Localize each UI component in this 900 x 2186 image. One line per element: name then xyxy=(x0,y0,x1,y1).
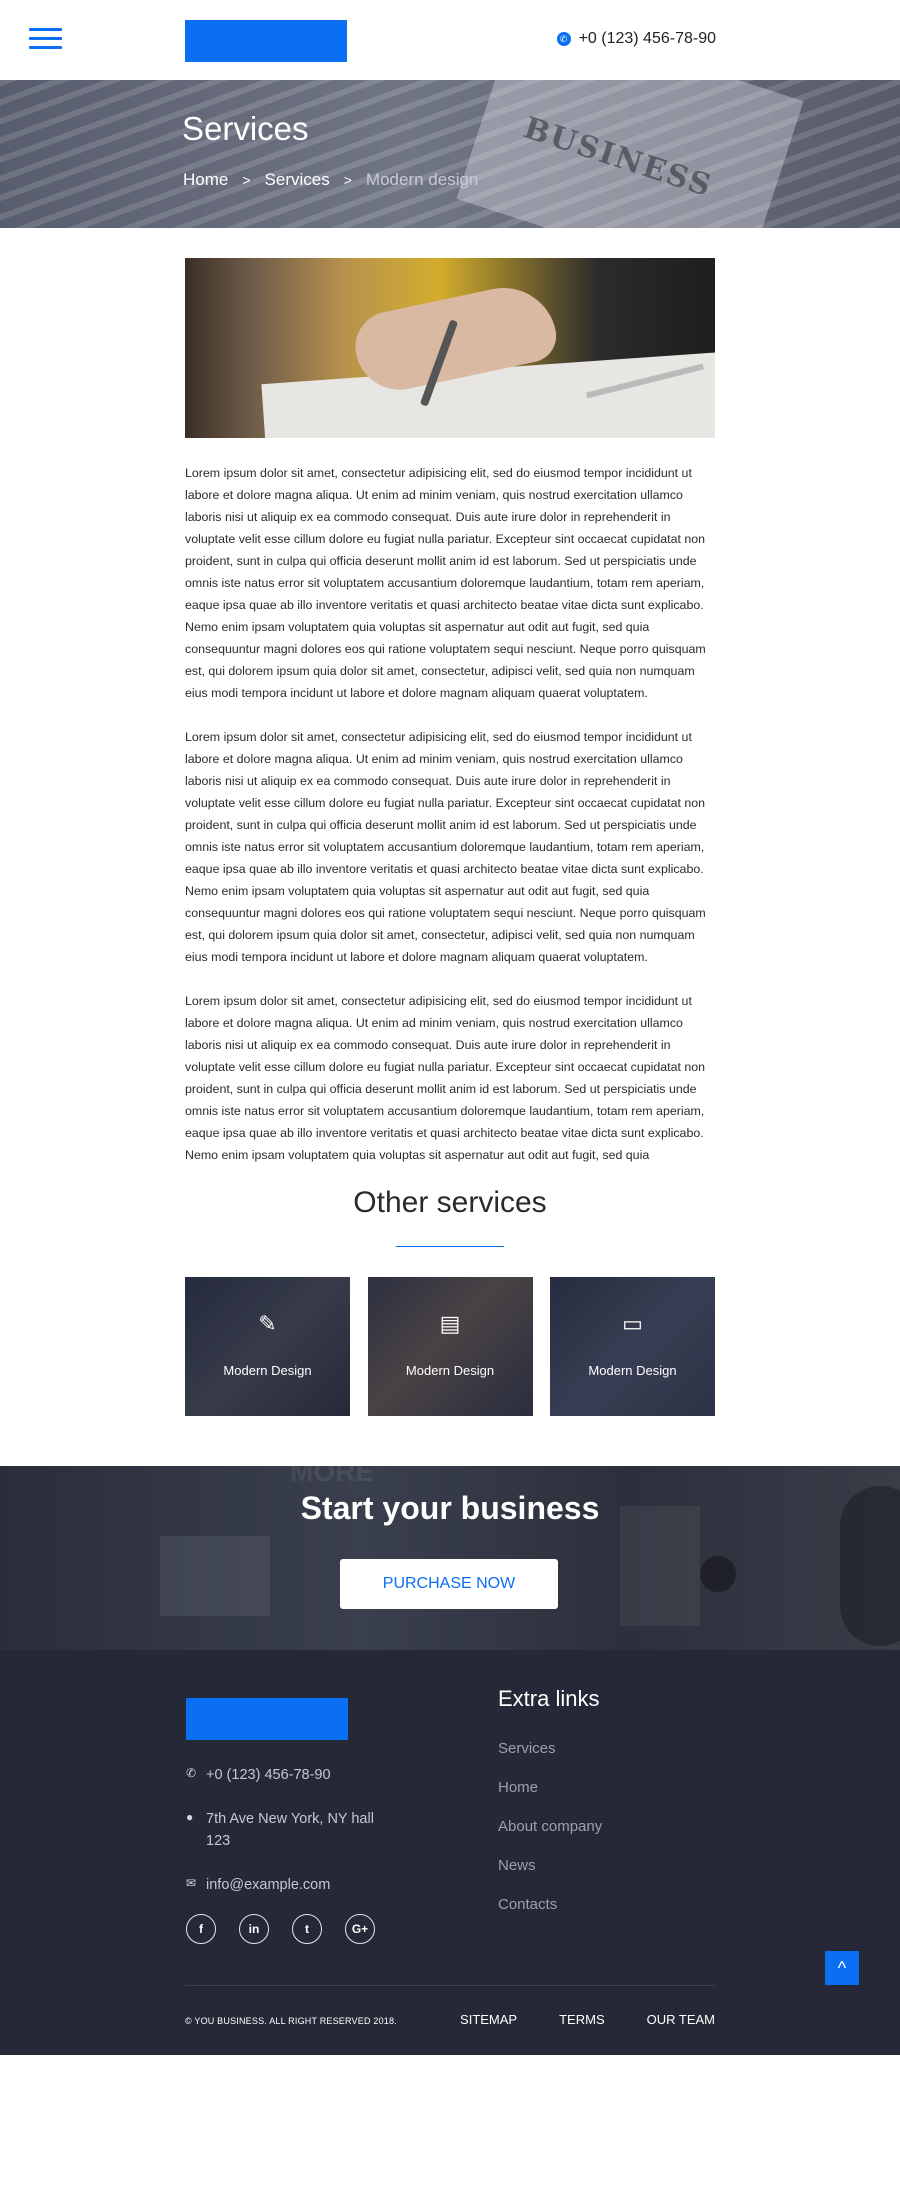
copyright: © YOU BUSINESS. ALL RIGHT RESERVED 2018. xyxy=(185,2016,397,2026)
cta-banner: MORE Start your business PURCHASE NOW xyxy=(0,1466,900,1650)
footer-link-home[interactable]: Home xyxy=(498,1779,602,1796)
browser-window-icon: ▭ xyxy=(622,1311,643,1336)
breadcrumb-separator: > xyxy=(242,172,251,188)
extra-links-title: Extra links xyxy=(498,1686,600,1711)
service-image xyxy=(185,258,715,438)
service-card[interactable]: ▭ Modern Design xyxy=(550,1277,715,1416)
main-content: Lorem ipsum dolor sit amet, consectetur … xyxy=(185,228,715,1416)
service-card-label: Modern Design xyxy=(588,1363,677,1378)
document-icon: ▤ xyxy=(439,1311,461,1336)
facebook-icon[interactable]: f xyxy=(186,1914,216,1944)
design-tools-icon: ✎ xyxy=(258,1311,277,1336)
footer-link-our-team[interactable]: OUR TEAM xyxy=(647,2012,715,2027)
purchase-now-button[interactable]: PURCHASE NOW xyxy=(340,1559,558,1609)
other-services-title: Other services xyxy=(353,1186,547,1219)
hamburger-menu-icon[interactable] xyxy=(29,28,62,50)
footer-divider xyxy=(185,1985,715,1986)
breadcrumb-services[interactable]: Services xyxy=(265,170,330,190)
extra-links: Extra links Services Home About company … xyxy=(498,1686,602,1935)
chevron-up-icon: ^ xyxy=(837,1957,847,1978)
cta-background-text: MORE xyxy=(290,1466,374,1487)
title-divider xyxy=(396,1246,504,1247)
service-card-label: Modern Design xyxy=(405,1363,495,1378)
footer-link-contacts[interactable]: Contacts xyxy=(498,1896,602,1913)
header-phone[interactable]: ✆ +0 (123) 456-78-90 xyxy=(556,30,716,48)
linkedin-icon[interactable]: in xyxy=(239,1914,269,1944)
footer-email[interactable]: info@example.com xyxy=(206,1874,330,1896)
body-paragraph: Lorem ipsum dolor sit amet, consectetur … xyxy=(185,466,706,700)
breadcrumb: Home > Services > Modern design xyxy=(183,170,478,190)
social-links: f in t G+ xyxy=(186,1914,398,1944)
service-card-label: Modern Design xyxy=(223,1363,312,1378)
breadcrumb-home[interactable]: Home xyxy=(183,170,228,190)
footer-address: 7th Ave New York, NY hall 123 xyxy=(206,1811,374,1849)
service-card[interactable]: ✎ Modern Design xyxy=(185,1277,350,1416)
body-paragraph: Lorem ipsum dolor sit amet, consectetur … xyxy=(185,994,706,1162)
footer-contact: ✆ +0 (123) 456-78-90 ● 7th Ave New York,… xyxy=(186,1764,376,1918)
phone-icon: ✆ xyxy=(556,32,571,46)
location-pin-icon: ● xyxy=(186,1810,194,1824)
google-plus-icon[interactable]: G+ xyxy=(345,1914,375,1944)
footer-logo[interactable] xyxy=(186,1698,348,1740)
breadcrumb-separator: > xyxy=(343,172,352,188)
page-title: Services xyxy=(182,110,309,147)
cta-title: Start your business xyxy=(300,1490,600,1526)
scroll-to-top-button[interactable]: ^ xyxy=(825,1951,859,1985)
service-card[interactable]: ▤ Modern Design xyxy=(367,1277,533,1416)
footer-link-news[interactable]: News xyxy=(498,1857,602,1874)
header-phone-number: +0 (123) 456-78-90 xyxy=(578,30,716,47)
body-paragraph: Lorem ipsum dolor sit amet, consectetur … xyxy=(185,730,706,964)
site-footer: ✆ +0 (123) 456-78-90 ● 7th Ave New York,… xyxy=(0,1650,900,2055)
breadcrumb-current: Modern design xyxy=(365,170,479,189)
phone-icon: ✆ xyxy=(186,1766,197,1780)
site-header: ✆ +0 (123) 456-78-90 xyxy=(0,0,900,80)
other-services-cards: ✎ Modern Design ▤ Modern Design ▭ Modern… xyxy=(185,1277,715,1416)
footer-bottom-nav: SITEMAP TERMS OUR TEAM xyxy=(418,2012,715,2027)
page-hero: BUSINESS Services Home > Services > Mode… xyxy=(0,80,900,228)
footer-link-terms[interactable]: TERMS xyxy=(559,2012,605,2027)
twitter-icon[interactable]: t xyxy=(292,1914,322,1944)
footer-link-about-company[interactable]: About company xyxy=(498,1818,602,1835)
footer-phone[interactable]: +0 (123) 456-78-90 xyxy=(206,1764,331,1786)
mail-icon: ✉ xyxy=(186,1876,197,1890)
footer-link-services[interactable]: Services xyxy=(498,1740,602,1757)
logo[interactable] xyxy=(185,20,347,62)
footer-link-sitemap[interactable]: SITEMAP xyxy=(460,2012,517,2027)
